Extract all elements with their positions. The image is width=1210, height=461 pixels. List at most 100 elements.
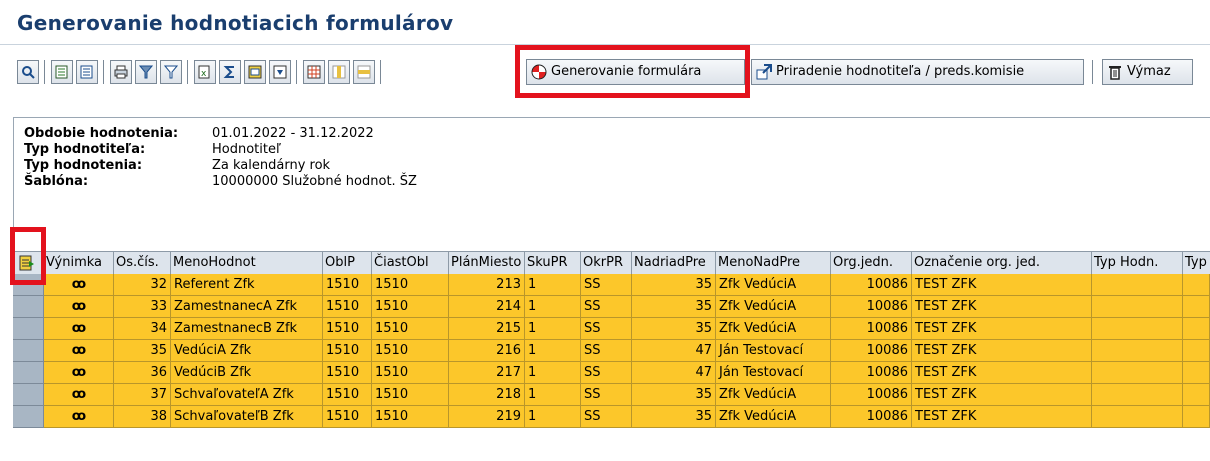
row-selector[interactable] xyxy=(13,406,44,428)
table-cell: 1 xyxy=(525,340,581,362)
ascending-sort-icon[interactable] xyxy=(51,60,73,84)
table-cell xyxy=(1183,296,1210,318)
toolbar-separator xyxy=(1092,60,1094,84)
table-cell: 219 xyxy=(449,406,525,428)
table-row[interactable]: ꝏ 32 Referent Zfk 1510 1510 213 1 SS 35 Zfk Vedúc… xyxy=(13,274,1210,296)
table-cell: SchvaľovateľA Zfk xyxy=(171,384,323,406)
table-cell xyxy=(1092,274,1183,296)
grid-row-icon[interactable] xyxy=(353,60,375,84)
table-cell: 1510 xyxy=(372,362,449,384)
table-cell: TEST ZFK xyxy=(912,318,1092,340)
template-value: 10000000 Služobné hodnot. ŠZ xyxy=(212,174,417,189)
table-cell: 1510 xyxy=(372,274,449,296)
print-icon[interactable] xyxy=(110,60,132,84)
table-cell: ZamestnanecB Zfk xyxy=(171,318,323,340)
column-header[interactable]: SkuPR xyxy=(525,252,581,274)
select-layout-icon[interactable] xyxy=(269,60,291,84)
table-cell: SS xyxy=(581,274,632,296)
exception-icon[interactable]: ꝏ xyxy=(44,296,114,318)
row-selector[interactable] xyxy=(13,318,44,340)
column-header[interactable]: Výnimka xyxy=(44,252,114,274)
column-header[interactable]: OkrPR xyxy=(581,252,632,274)
column-header[interactable]: NadriadPre xyxy=(632,252,716,274)
table-cell: TEST ZFK xyxy=(912,406,1092,428)
column-header[interactable]: Org.jedn. xyxy=(831,252,912,274)
row-selector[interactable] xyxy=(13,296,44,318)
totals-icon[interactable] xyxy=(219,60,241,84)
exception-icon[interactable]: ꝏ xyxy=(44,406,114,428)
export-icon[interactable]: x xyxy=(194,60,216,84)
layout-icon[interactable] xyxy=(244,60,266,84)
table-cell: 10086 xyxy=(831,406,912,428)
table-cell: 10086 xyxy=(831,340,912,362)
exception-icon[interactable]: ꝏ xyxy=(44,362,114,384)
table-cell: 10086 xyxy=(831,274,912,296)
table-cell: 217 xyxy=(449,362,525,384)
table-cell: 1 xyxy=(525,384,581,406)
column-header[interactable]: PlánMiesto xyxy=(449,252,525,274)
table-cell: SchvaľovateľB Zfk xyxy=(171,406,323,428)
table-cell: SS xyxy=(581,318,632,340)
table-cell xyxy=(1092,318,1183,340)
table-cell: 1510 xyxy=(372,318,449,340)
exception-icon[interactable]: ꝏ xyxy=(44,318,114,340)
table-cell xyxy=(1092,340,1183,362)
table-cell xyxy=(1092,296,1183,318)
table-row[interactable]: ꝏ 34 ZamestnanecB Zfk 1510 1510 215 1 SS 35 Zfk V… xyxy=(13,318,1210,340)
column-header[interactable]: MenoHodnot xyxy=(171,252,323,274)
toolbar-separator xyxy=(44,60,46,84)
filter-settings-icon[interactable] xyxy=(160,60,182,84)
column-header[interactable]: Os.čís. xyxy=(114,252,171,274)
table-cell: 35 xyxy=(632,296,716,318)
table-cell: 1510 xyxy=(372,340,449,362)
row-selector[interactable] xyxy=(13,362,44,384)
column-header[interactable]: Označenie org. jed. xyxy=(912,252,1092,274)
grid-column-icon[interactable] xyxy=(328,60,350,84)
grid-icon[interactable] xyxy=(303,60,325,84)
column-header[interactable]: Typ Hodn. xyxy=(1092,252,1183,274)
details-icon[interactable] xyxy=(17,60,39,84)
grid-header: Výnimka Os.čís. MenoHodnot OblP ČiastObl… xyxy=(13,251,1210,275)
table-row[interactable]: ꝏ 35 VedúciA Zfk 1510 1510 216 1 SS 47 Ján Testov… xyxy=(13,340,1210,362)
table-cell xyxy=(1092,362,1183,384)
table-row[interactable]: ꝏ 37 SchvaľovateľA Zfk 1510 1510 218 1 SS 35 Zfk … xyxy=(13,384,1210,406)
table-cell: 1510 xyxy=(323,406,372,428)
table-cell: TEST ZFK xyxy=(912,340,1092,362)
table-cell: 10086 xyxy=(831,296,912,318)
row-selector[interactable] xyxy=(13,384,44,406)
table-cell: 1 xyxy=(525,274,581,296)
header-info-panel: Obdobie hodnotenia: 01.01.2022 - 31.12.20… xyxy=(13,117,1210,242)
table-row[interactable]: ꝏ 36 VedúciB Zfk 1510 1510 217 1 SS 47 Ján Testov… xyxy=(13,362,1210,384)
table-cell xyxy=(1183,362,1210,384)
table-cell xyxy=(1183,406,1210,428)
column-header[interactable]: OblP xyxy=(323,252,372,274)
column-header[interactable]: ČiastObl xyxy=(372,252,449,274)
delete-label: Výmaz xyxy=(1127,64,1171,79)
table-cell: Ján Testovací xyxy=(716,340,831,362)
delete-button[interactable]: Výmaz xyxy=(1102,59,1193,85)
table-cell: 1510 xyxy=(323,274,372,296)
period-label: Obdobie hodnotenia: xyxy=(24,126,179,141)
table-cell: 47 xyxy=(632,362,716,384)
table-cell: 34 xyxy=(114,318,171,340)
table-cell: 35 xyxy=(632,384,716,406)
row-selector[interactable] xyxy=(13,340,44,362)
exception-icon[interactable]: ꝏ xyxy=(44,340,114,362)
column-header[interactable]: Typ xyxy=(1183,252,1210,274)
column-header[interactable]: MenoNadPre xyxy=(716,252,831,274)
exception-icon[interactable]: ꝏ xyxy=(44,384,114,406)
table-cell xyxy=(1092,384,1183,406)
exception-icon[interactable]: ꝏ xyxy=(44,274,114,296)
assign-evaluator-button[interactable]: Priradenie hodnotiteľa / preds.komisie xyxy=(751,59,1084,85)
table-cell: VedúciB Zfk xyxy=(171,362,323,384)
table-cell: SS xyxy=(581,296,632,318)
table-row[interactable]: ꝏ 33 ZamestnanecA Zfk 1510 1510 214 1 SS 35 Zfk V… xyxy=(13,296,1210,318)
filter-icon[interactable] xyxy=(135,60,157,84)
table-cell: 1510 xyxy=(323,384,372,406)
table-cell: 47 xyxy=(632,340,716,362)
descending-sort-icon[interactable] xyxy=(76,60,98,84)
table-cell xyxy=(1092,406,1183,428)
assign-icon xyxy=(756,64,772,89)
table-row[interactable]: ꝏ 38 SchvaľovateľB Zfk 1510 1510 219 1 SS 35 Zfk … xyxy=(13,406,1210,428)
table-cell: 1510 xyxy=(323,296,372,318)
